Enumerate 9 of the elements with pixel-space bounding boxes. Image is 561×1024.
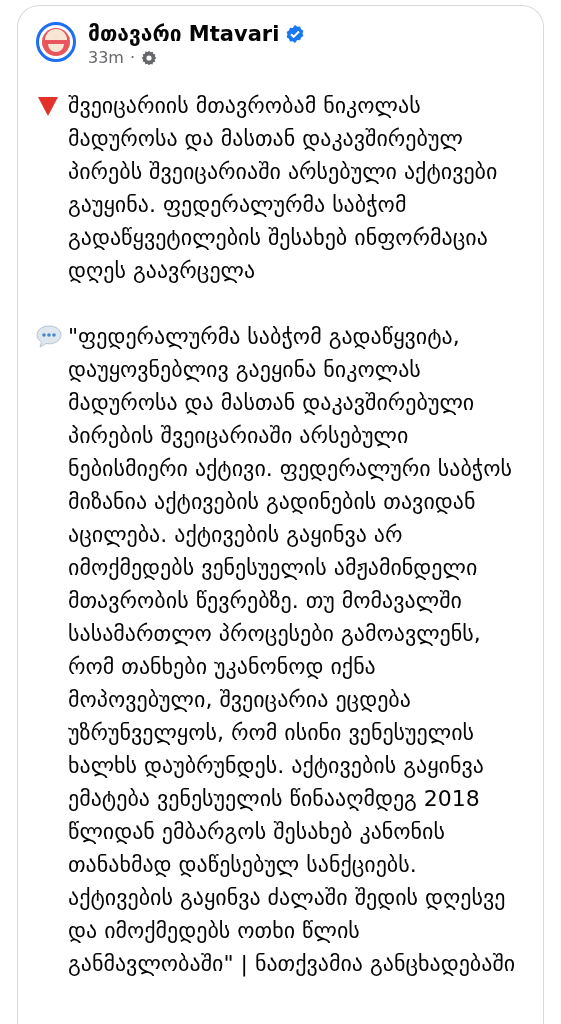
speech-bubble-icon [36, 324, 62, 348]
post-time[interactable]: 33m [88, 48, 124, 67]
separator-dot: · [129, 48, 136, 67]
settings-icon [141, 49, 158, 66]
post-text: "ფედერალურმა საბჭომ გადაწყვიტა, დაუყოვნებლივ გაეყინა ნიკოლას მადუროსა და მასთან დაკავშირებული პირების შვეიცარიაში არსებული ნებისმიერი აქტივი. ფედერალური საბჭოს მიზანია აქტივების გადინების თავიდან აცილება. აქტივების გაყინვა არ იმოქმედებს ვენესუელის ამჟამინდელი მთავრობის წევრებზე. თუ მომავალში სასამართლო პროცესები გამოავლენს, რომ თანხები უკანონოდ იქნა მოპოვებული, შვეიცარია ეცდება უზრუნველყოს, რომ ისინი ვენესუელის ხალხს დაუბრუნდეს. აქტივების გაყინვა ემატება ვენესუელის წინააღმდეგ 2018 წლიდან ემბარგოს შესახებ კანონის თანახმად დაწესებულ სანქციებს. აქტივების გაყინვა ძალაში შედის დღესვე და იმოქმედებს ოთხი წლის განმავლობაში" | ნათქვამია განცხადებაში [68, 323, 517, 979]
page-name[interactable]: მთავარი Mtavari [88, 22, 280, 46]
down-triangle-icon [36, 95, 60, 117]
avatar-logo-icon[interactable] [36, 22, 76, 62]
post-text: შვეიცარიის მთავრობამ ნიკოლას მადუროსა და მასთან დაკავშირებულ პირებს შვეიცარიაში არსებული აქტივები გაუყინა. ფედერალურმა საბჭომ გადაწყვეტილების შესახებ ინფორმაცია დღეს გაავრცელა [68, 92, 499, 285]
